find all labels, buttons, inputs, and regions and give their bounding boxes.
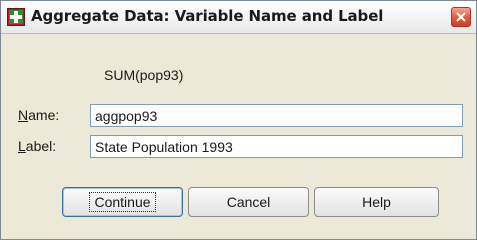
label-field-label: Label: [18, 138, 56, 154]
help-button-label: Help [362, 194, 391, 210]
name-field-label: Name: [18, 107, 59, 123]
close-button[interactable] [451, 7, 471, 27]
dialog-body: SUM(pop93) Name: Label: Continue Cancel … [1, 34, 476, 239]
label-label-mnemonic: L [18, 138, 26, 154]
label-input[interactable] [90, 135, 463, 158]
dialog-window: Aggregate Data: Variable Name and Label … [0, 0, 477, 240]
help-button[interactable]: Help [314, 187, 439, 217]
name-input[interactable] [90, 104, 463, 127]
close-icon [456, 12, 466, 22]
label-label-text: abel: [25, 138, 57, 154]
cancel-button[interactable]: Cancel [188, 187, 309, 217]
title-bar[interactable]: Aggregate Data: Variable Name and Label [1, 1, 476, 34]
window-title: Aggregate Data: Variable Name and Label [31, 7, 384, 25]
name-label-text: ame: [28, 107, 60, 123]
aggregate-function-label: SUM(pop93) [104, 67, 184, 83]
name-label-mnemonic: N [18, 107, 29, 123]
cancel-button-label: Cancel [226, 194, 271, 210]
continue-button-label: Continue [89, 192, 156, 212]
spss-dialog-icon [7, 8, 25, 26]
continue-button[interactable]: Continue [62, 187, 183, 217]
